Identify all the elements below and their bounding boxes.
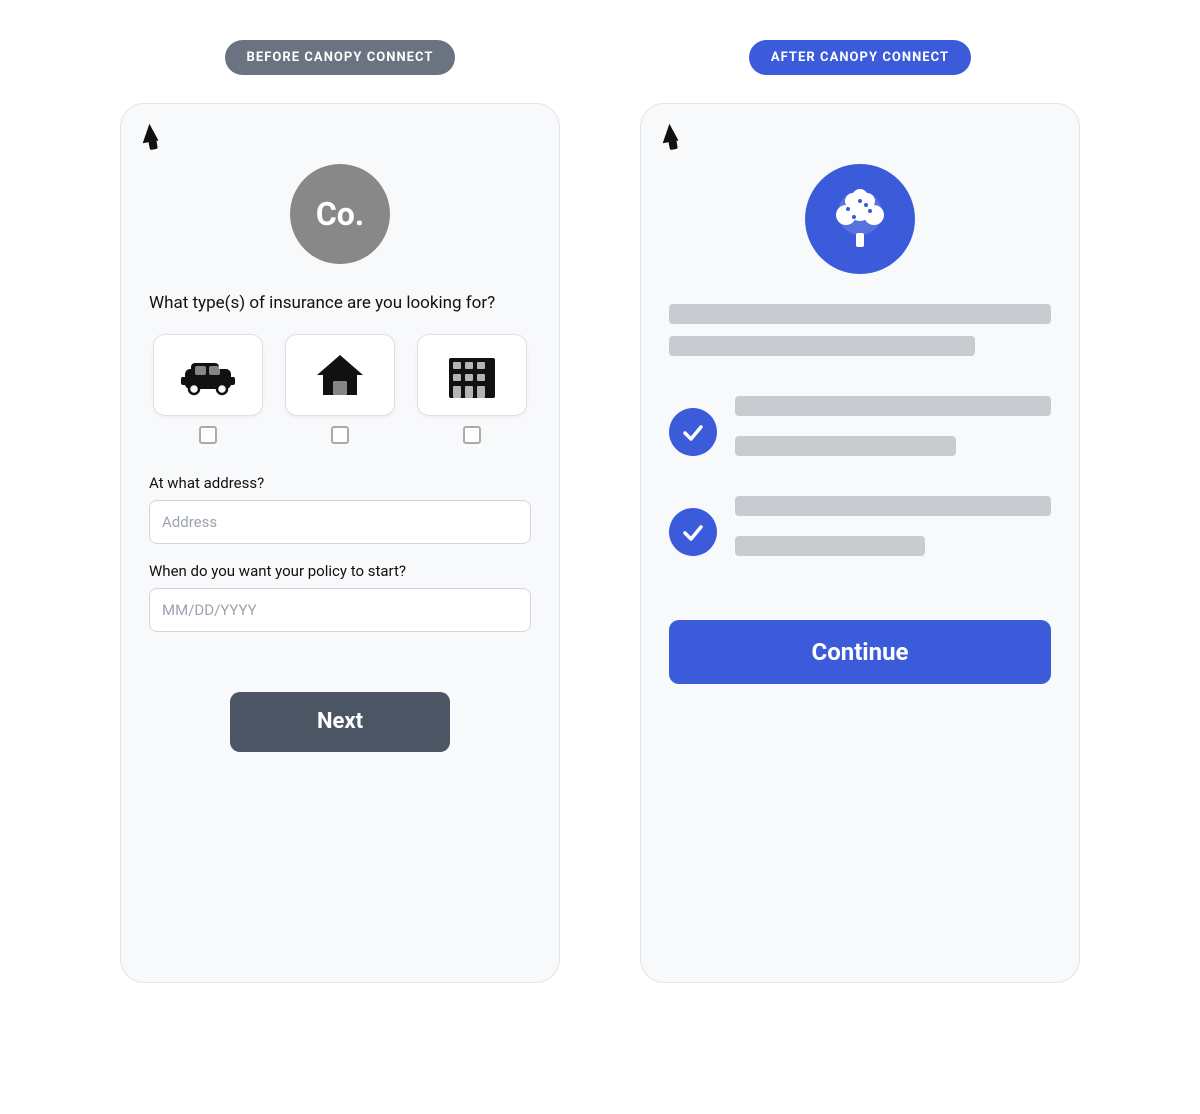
canopy-logo — [805, 164, 915, 274]
checkmark-icon-2 — [680, 519, 706, 545]
info-bar-1a — [735, 396, 1051, 416]
after-phone-frame: Continue — [640, 103, 1080, 983]
insurance-question-label: What type(s) of insurance are you lookin… — [149, 292, 531, 316]
address-label: At what address? — [149, 474, 531, 492]
insurance-option-auto — [149, 334, 267, 444]
header-bar-2 — [669, 336, 975, 356]
auto-checkbox[interactable] — [199, 426, 217, 444]
info-bar-2b — [735, 536, 925, 556]
date-label: When do you want your policy to start? — [149, 562, 531, 580]
commercial-icon-box[interactable] — [417, 334, 527, 416]
info-bar-2a — [735, 496, 1051, 516]
after-panel: AFTER CANOPY CONNECT — [630, 40, 1090, 983]
date-placeholder: MM/DD/YYYY — [162, 601, 257, 619]
next-button-label: Next — [317, 709, 363, 734]
continue-button[interactable]: Continue — [669, 620, 1051, 684]
company-logo: Co. — [290, 164, 390, 264]
checkmark-icon-1 — [680, 419, 706, 445]
check-circle-2 — [669, 508, 717, 556]
company-logo-text: Co. — [316, 195, 364, 233]
next-button[interactable]: Next — [230, 692, 450, 752]
building-icon — [445, 348, 499, 402]
header-text-bars — [669, 304, 1051, 368]
continue-button-label: Continue — [811, 638, 908, 666]
address-input[interactable]: Address — [149, 500, 531, 544]
auto-icon-box[interactable] — [153, 334, 263, 416]
info-row-2 — [669, 496, 1051, 568]
date-input[interactable]: MM/DD/YYYY — [149, 588, 531, 632]
insurance-options-container — [149, 334, 531, 444]
info-row-1 — [669, 396, 1051, 468]
before-phone-frame: Co. What type(s) of insurance are you lo… — [120, 103, 560, 983]
cursor-icon — [140, 123, 159, 144]
tree-icon — [826, 185, 894, 253]
home-checkbox[interactable] — [331, 426, 349, 444]
car-icon — [181, 348, 235, 402]
address-placeholder: Address — [162, 513, 217, 531]
info-bar-1b — [735, 436, 956, 456]
check-circle-1 — [669, 408, 717, 456]
info-text-block-1 — [735, 396, 1051, 468]
insurance-option-home — [281, 334, 399, 444]
after-badge: AFTER CANOPY CONNECT — [749, 40, 971, 75]
insurance-option-commercial — [413, 334, 531, 444]
header-bar-1 — [669, 304, 1051, 324]
commercial-checkbox[interactable] — [463, 426, 481, 444]
after-cursor-icon — [660, 123, 679, 144]
info-rows-container — [669, 396, 1051, 568]
main-container: BEFORE CANOPY CONNECT Co. What type(s) o… — [0, 0, 1200, 983]
before-badge: BEFORE CANOPY CONNECT — [225, 40, 456, 75]
info-text-block-2 — [735, 496, 1051, 568]
home-icon — [313, 348, 367, 402]
before-panel: BEFORE CANOPY CONNECT Co. What type(s) o… — [110, 40, 570, 983]
home-icon-box[interactable] — [285, 334, 395, 416]
address-section: At what address? Address — [149, 474, 531, 544]
date-section: When do you want your policy to start? M… — [149, 562, 531, 632]
